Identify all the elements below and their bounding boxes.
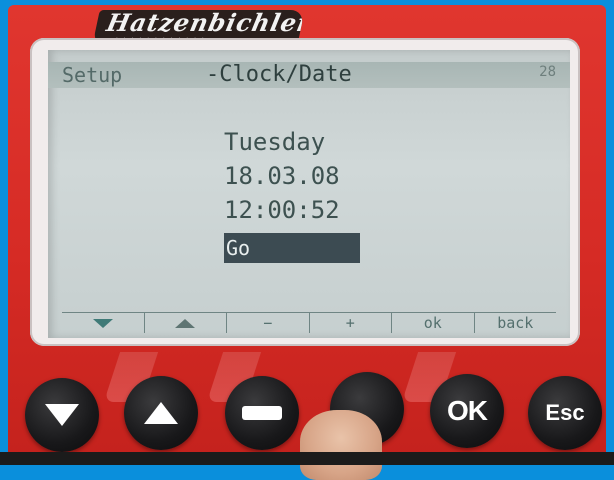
- softkey-bar: − + ok back: [62, 312, 556, 333]
- minus-icon: [242, 406, 282, 420]
- ok-key-label: OK: [447, 395, 488, 426]
- softkey-back-label: back: [497, 314, 534, 332]
- finger-pressing-key: [300, 410, 382, 480]
- minus-key[interactable]: [225, 376, 299, 450]
- menu-tab-setup[interactable]: Setup: [62, 63, 122, 87]
- softkey-minus[interactable]: −: [227, 313, 310, 333]
- page-number: 28: [539, 64, 556, 80]
- device-base: [0, 452, 614, 465]
- up-arrow-icon: [144, 402, 178, 424]
- softkey-back[interactable]: back: [475, 313, 557, 333]
- softkey-up[interactable]: [145, 313, 227, 333]
- softkey-minus-label: −: [263, 314, 273, 332]
- time-field[interactable]: 12:00:52: [224, 196, 340, 224]
- down-arrow-icon: [92, 318, 113, 328]
- lcd-screen: Setup -Clock/Date 28 Tuesday 18.03.08 12…: [48, 50, 570, 338]
- esc-key[interactable]: Esc: [528, 376, 602, 450]
- softkey-ok-label: ok: [423, 314, 442, 332]
- down-arrow-icon: [45, 404, 79, 426]
- up-arrow-icon: [175, 318, 196, 328]
- softkey-plus-label: +: [345, 314, 355, 332]
- softkey-ok[interactable]: ok: [392, 313, 475, 333]
- screen-title: -Clock/Date: [206, 62, 352, 87]
- hardware-keypad: OK Esc: [0, 360, 614, 480]
- go-button[interactable]: Go: [224, 233, 360, 263]
- date-field[interactable]: 18.03.08: [224, 162, 340, 190]
- day-field[interactable]: Tuesday: [224, 128, 325, 156]
- esc-key-label: Esc: [545, 400, 585, 425]
- softkey-down[interactable]: [62, 313, 145, 333]
- softkey-plus[interactable]: +: [310, 313, 392, 333]
- ok-key[interactable]: OK: [430, 374, 504, 448]
- up-key[interactable]: [124, 376, 198, 450]
- brand-logo-text: Hatzenbichler: [104, 10, 305, 37]
- down-key[interactable]: [25, 378, 99, 452]
